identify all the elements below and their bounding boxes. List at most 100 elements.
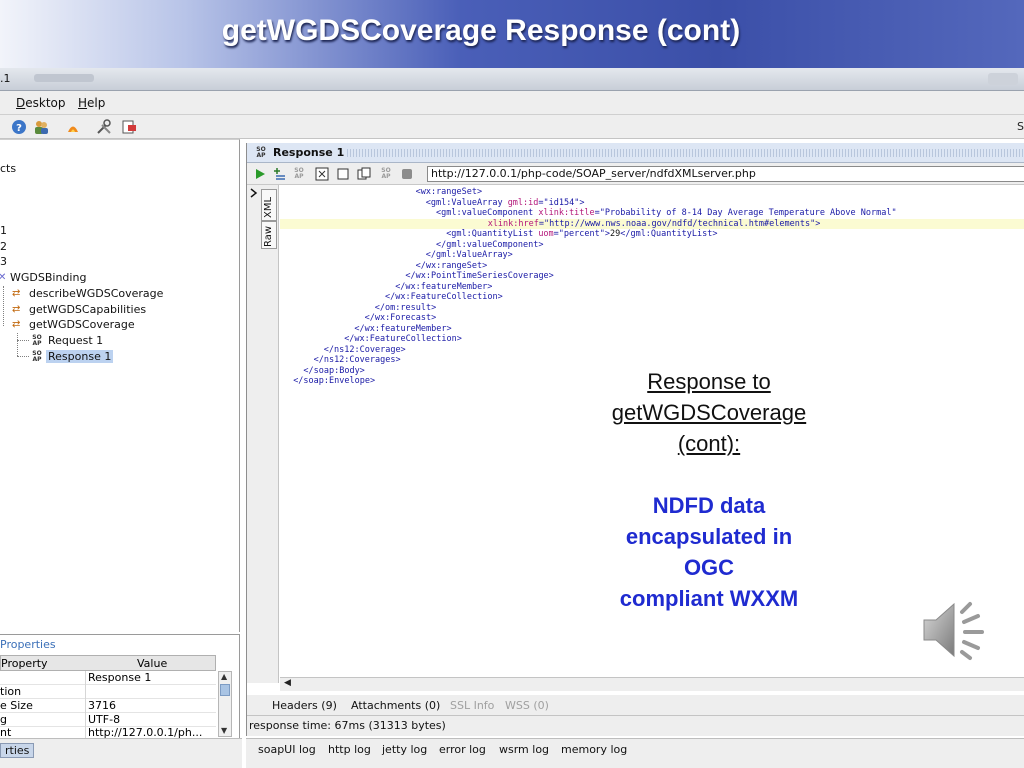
tab-properties[interactable]: rties — [0, 743, 35, 758]
maximize-icon[interactable] — [336, 167, 350, 181]
xml-token: xlink:title — [538, 208, 595, 218]
column-divider — [85, 671, 86, 739]
menu-help[interactable]: Help — [78, 96, 105, 110]
tab-wss[interactable]: WSS (0) — [505, 699, 549, 712]
table-row[interactable]: tion — [0, 685, 216, 699]
xml-token: </gml:ValueArray> — [425, 250, 513, 260]
xml-token: </wx:rangeSet> — [415, 260, 488, 271]
tab-attachments[interactable]: Attachments (0) — [351, 699, 440, 712]
left-bottom-tabs: rties — [0, 738, 242, 768]
xml-token: 29 — [609, 229, 621, 239]
response-time-text: response time: 67ms (31313 bytes) — [249, 719, 446, 732]
collapse-icon[interactable] — [249, 187, 259, 199]
fullscreen-icon[interactable] — [315, 167, 329, 181]
xml-token: </wx:featureMember> — [354, 323, 452, 334]
tree-connector — [17, 356, 29, 357]
tab-xml[interactable]: XML — [261, 189, 277, 221]
flame-icon[interactable] — [65, 119, 81, 135]
xml-token: </wx:featureMember> — [395, 281, 493, 292]
xml-line: </soap:Envelope> — [280, 376, 375, 387]
operation-icon: ⇄ — [12, 304, 21, 315]
soap-icon: SO AP — [32, 334, 42, 347]
table-row[interactable]: Response 1 — [0, 671, 216, 685]
column-property[interactable]: Property — [1, 657, 48, 670]
response-bottom-tabs: Headers (9) Attachments (0) SSL Info WSS… — [247, 695, 1024, 715]
tab-http-log[interactable]: http log — [328, 743, 371, 756]
xml-line: </wx:featureMember> — [280, 282, 492, 293]
properties-title: Properties — [0, 638, 56, 651]
binding-icon: ✕ — [0, 272, 7, 283]
xml-line: </wx:FeatureCollection> — [280, 292, 503, 303]
xml-line: <gml:valueComponent xlink:title="Probabi… — [280, 208, 897, 219]
scroll-down-icon[interactable]: ▼ — [221, 726, 227, 735]
scroll-left-icon[interactable]: ◀ — [284, 678, 291, 688]
column-value[interactable]: Value — [137, 657, 167, 670]
horizontal-scrollbar[interactable]: ◀ — [280, 677, 1024, 691]
tab-headers[interactable]: Headers (9) — [272, 699, 337, 712]
tab-wsrm-log[interactable]: wsrm log — [499, 743, 549, 756]
xml-line: <wx:rangeSet> — [280, 187, 483, 198]
xml-token: </soap:Envelope> — [293, 376, 376, 386]
xml-token: ="http://www.nws.noaa.gov/ndfd/technical… — [538, 218, 821, 229]
annotation-heading: Response to getWGDSCoverage (cont): — [611, 369, 807, 456]
stop-icon[interactable] — [400, 167, 414, 181]
window-title: .1 — [0, 72, 11, 85]
endpoint-url-field[interactable]: http://127.0.0.1/php-code/SOAP_server/nd… — [427, 166, 1024, 182]
xml-line: xlink:href="http://www.nws.noaa.gov/ndfd… — [280, 218, 1024, 229]
tree-connector — [17, 333, 18, 356]
users-icon[interactable] — [33, 119, 49, 135]
tab-jetty-log[interactable]: jetty log — [382, 743, 427, 756]
xml-line: </ns12:Coverages> — [280, 355, 401, 366]
xml-token: </gml:QuantityList> — [620, 229, 718, 239]
xml-token: <gml:ValueArray — [425, 197, 508, 208]
tab-error-log[interactable]: error log — [439, 743, 486, 756]
tab-ssl-info[interactable]: SSL Info — [450, 699, 494, 712]
tab-soapui-log[interactable]: soapUI log — [258, 743, 316, 756]
operation-icon: ⇄ — [12, 288, 21, 299]
svg-text:?: ? — [16, 123, 22, 134]
table-row[interactable]: g UTF-8 — [0, 713, 216, 727]
operation-icon: ⇄ — [12, 319, 21, 330]
sound-speaker-icon[interactable] — [920, 598, 990, 662]
main-toolbar: ? S — [0, 115, 1024, 139]
xml-token: </ns12:Coverage> — [323, 344, 406, 355]
soap-icon: SO AP — [32, 350, 42, 363]
xml-line: </soap:Body> — [280, 366, 364, 377]
xml-token: ="percent"> — [553, 229, 610, 239]
run-icon[interactable] — [253, 167, 267, 181]
tab-memory-log[interactable]: memory log — [561, 743, 627, 756]
soap-disabled-icon[interactable]: SO AP — [380, 168, 392, 180]
toolbar-search-label: S — [1017, 120, 1024, 133]
exit-icon[interactable] — [121, 119, 137, 135]
window-titlebar[interactable]: .1 — [0, 68, 1024, 91]
view-side-tabs: XML Raw — [247, 185, 279, 683]
soap-disabled-icon[interactable]: SO AP — [293, 168, 305, 180]
xml-token: </wx:FeatureCollection> — [344, 334, 462, 344]
xml-token: ="id154"> — [538, 197, 585, 208]
xml-token: </wx:FeatureCollection> — [385, 292, 503, 302]
add-to-testcase-icon[interactable] — [272, 167, 286, 181]
xml-token: ="Probability of 8-14 Day Average Temper… — [594, 208, 897, 218]
tab-raw[interactable]: Raw — [261, 221, 277, 249]
xml-token: </ns12:Coverages> — [313, 355, 401, 365]
table-row[interactable]: e Size 3716 — [0, 699, 216, 713]
response-status-bar: response time: 67ms (31313 bytes) — [247, 715, 1024, 736]
properties-scrollbar[interactable]: ▲ ▼ — [218, 671, 232, 737]
xml-token: uom — [538, 229, 554, 239]
xml-line: </wx:PointTimeSeriesCoverage> — [280, 271, 553, 282]
properties-panel: Properties Property Value Response 1 tio… — [0, 634, 240, 740]
split-view-icon[interactable] — [357, 167, 371, 181]
menu-desktop[interactable]: Desktop — [16, 96, 66, 110]
xml-token: <wx:rangeSet> — [415, 187, 483, 197]
response-titlebar[interactable]: SO AP Response 1 — [247, 143, 1024, 163]
xml-line: </gml:ValueArray> — [280, 250, 513, 261]
scroll-up-icon[interactable]: ▲ — [221, 672, 227, 681]
window-title-blur — [34, 74, 94, 82]
xml-line: </wx:rangeSet> — [280, 260, 488, 272]
tools-icon[interactable] — [96, 119, 112, 135]
window-controls[interactable] — [988, 73, 1018, 85]
xml-line: </wx:Forecast> — [280, 313, 437, 324]
scroll-thumb[interactable] — [220, 684, 230, 696]
annotation-body: NDFD data encapsulated in OGC compliant … — [619, 493, 799, 611]
help-icon[interactable]: ? — [11, 119, 27, 135]
